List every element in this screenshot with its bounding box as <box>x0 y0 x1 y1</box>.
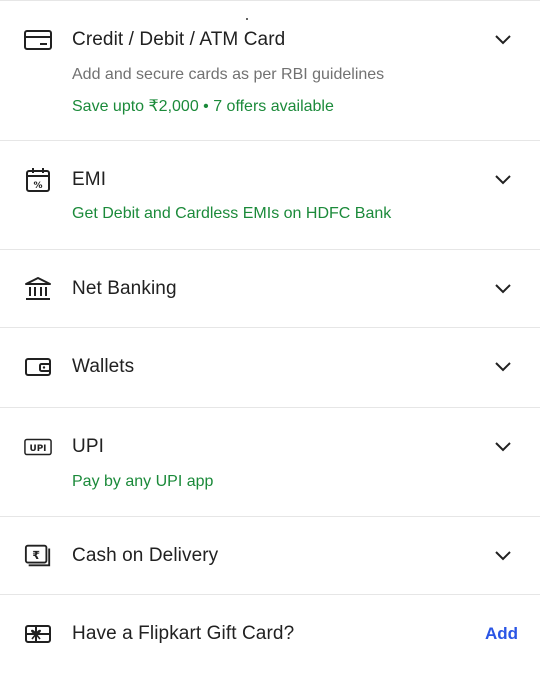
svg-text:UPI: UPI <box>30 444 47 454</box>
payment-option-emi[interactable]: % EMI Get Debit and Cardless EMIs on HDF… <box>0 141 540 250</box>
chevron-down-icon[interactable] <box>492 436 514 458</box>
payment-option-upi[interactable]: UPI UPI Pay by any UPI app <box>0 408 540 517</box>
chevron-down-icon[interactable] <box>492 29 514 51</box>
chevron-down-icon[interactable] <box>492 278 514 300</box>
payment-option-title: Net Banking <box>72 278 177 299</box>
cash-rupee-icon: ₹ <box>24 542 52 570</box>
chevron-down-icon[interactable] <box>492 545 514 567</box>
payment-option-offer[interactable]: Get Debit and Cardless EMIs on HDFC Bank <box>72 205 391 223</box>
payment-option-title: Cash on Delivery <box>72 545 219 566</box>
credit-card-icon <box>24 26 52 54</box>
payment-option-title: Wallets <box>72 356 135 377</box>
wallet-icon <box>24 353 52 381</box>
payment-option-offer[interactable]: Pay by any UPI app <box>72 473 213 491</box>
add-gift-card-button[interactable]: Add <box>485 624 518 644</box>
payment-option-cod-header[interactable]: ₹ Cash on Delivery <box>0 541 540 571</box>
chevron-down-icon[interactable] <box>492 356 514 378</box>
gift-card-row: Have a Flipkart Gift Card? Add <box>0 595 540 673</box>
bank-icon <box>24 275 52 303</box>
payment-option-title: UPI <box>72 436 104 457</box>
svg-text:%: % <box>33 181 42 191</box>
payment-options-list: Credit / Debit / ATM Card Add and secure… <box>0 0 540 673</box>
payment-option-wallets-header[interactable]: Wallets <box>0 352 540 382</box>
payment-option-cod[interactable]: ₹ Cash on Delivery <box>0 517 540 595</box>
payment-option-title: EMI <box>72 169 107 190</box>
gift-card-header: Have a Flipkart Gift Card? Add <box>0 619 540 649</box>
emi-calendar-icon: % <box>24 166 52 194</box>
payment-option-net-banking-header[interactable]: Net Banking <box>0 274 540 304</box>
gift-card-title: Have a Flipkart Gift Card? <box>72 623 295 644</box>
payment-option-wallets[interactable]: Wallets <box>0 328 540 408</box>
gift-card-icon <box>24 620 52 648</box>
payment-option-title: Credit / Debit / ATM Card <box>72 29 286 50</box>
svg-text:₹: ₹ <box>32 549 40 562</box>
payment-option-card-header[interactable]: Credit / Debit / ATM Card <box>0 25 540 55</box>
upi-icon: UPI <box>24 433 52 461</box>
payment-option-upi-header[interactable]: UPI UPI <box>0 432 540 462</box>
payment-option-net-banking[interactable]: Net Banking <box>0 250 540 328</box>
payment-option-offer[interactable]: Save upto ₹2,000 • 7 offers available <box>72 96 334 116</box>
payment-option-card[interactable]: Credit / Debit / ATM Card Add and secure… <box>0 1 540 141</box>
payment-option-emi-header[interactable]: % EMI <box>0 165 540 195</box>
chevron-down-icon[interactable] <box>492 169 514 191</box>
payment-option-subtitle: Add and secure cards as per RBI guidelin… <box>72 66 385 83</box>
